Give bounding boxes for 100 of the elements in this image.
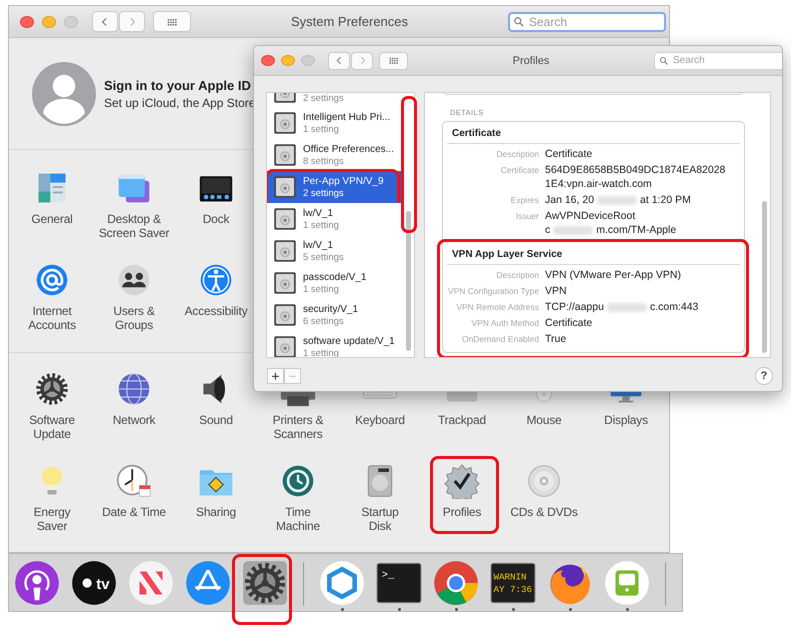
profile-name: Intelligent Hub Pri... (303, 112, 390, 122)
preference-button[interactable]: Sharing (196, 461, 236, 519)
gear-icon (273, 111, 297, 135)
profile-name: security/V_1 (303, 304, 358, 314)
field-label: Description (495, 269, 539, 282)
blurred-text (553, 226, 594, 234)
settings-count: 8 settings (303, 156, 345, 166)
settings-count: 6 settings (303, 316, 345, 326)
minimize-button[interactable] (281, 55, 295, 66)
profile-name: passcode/V_1 (303, 272, 366, 282)
settings-count: 1 setting (303, 284, 340, 294)
icon-text: AY 7:36 (493, 584, 532, 596)
section-title: Certificate (447, 122, 740, 144)
close-button[interactable] (20, 16, 34, 28)
gear-icon (273, 207, 297, 231)
window-title: System Preferences (290, 14, 410, 29)
gear-icon (273, 175, 297, 199)
preference-button[interactable]: Users & Groups (113, 260, 155, 332)
field-value: Certificate (545, 316, 592, 330)
profile-name: software update/V_1 (303, 336, 395, 346)
preference-button[interactable]: Startup Disk (361, 461, 399, 533)
tv-icon[interactable]: tv (71, 560, 117, 606)
preference-button[interactable]: General (31, 168, 73, 226)
app-store-icon[interactable] (185, 560, 231, 606)
field-value: Jan 16, 20 (545, 193, 594, 207)
preference-button[interactable]: Date & Time (102, 461, 166, 519)
preference-button[interactable]: Software Update (29, 369, 75, 441)
add-button[interactable]: + (267, 368, 284, 384)
checkmark-badge-icon (444, 463, 480, 499)
preference-button[interactable]: Profiles (442, 461, 482, 519)
gear-icon[interactable] (242, 560, 288, 606)
field-label: OnDemand Enabled (460, 333, 539, 346)
search-icon (513, 16, 525, 28)
lock-icon[interactable] (604, 560, 650, 606)
color-wheel-icon[interactable] (433, 560, 479, 606)
settings-count: 2 settings (303, 188, 345, 198)
field-value: 564D9E8658B5B049DC1874EA82028 (545, 163, 726, 177)
field-label: VPN Auth Method (470, 317, 539, 330)
clock-icon (116, 463, 152, 499)
preference-button[interactable]: Dock (198, 168, 234, 226)
gear-icon (273, 239, 297, 263)
field-value: VPN (545, 284, 567, 298)
field-value: c.com:443 (650, 300, 698, 314)
podcast-icon[interactable] (14, 560, 60, 606)
section-title: VPN App Layer Service (447, 243, 740, 265)
search-field[interactable]: Search (508, 12, 666, 32)
preference-button[interactable]: Accessibility (184, 260, 248, 318)
search-field[interactable]: Search (654, 52, 782, 70)
field-value: at 1:20 PM (640, 193, 691, 207)
icon-text: WARNIN (493, 572, 527, 583)
profile-name: Office Preferences... (303, 144, 394, 154)
preference-button[interactable]: Network (112, 369, 156, 427)
sign-in-title[interactable]: Sign in to your Apple ID (104, 78, 256, 92)
field-label: Expires (510, 194, 539, 207)
preference-button[interactable]: Energy Saver (34, 461, 70, 533)
scrollbar-thumb[interactable] (762, 201, 767, 353)
field-value: c (545, 223, 550, 237)
field-value: True (545, 332, 566, 346)
scrollbar-thumb[interactable] (406, 211, 411, 351)
field-value: VPN (VMware Per-App VPN) (545, 268, 681, 282)
profile-name: Per-App VPN/V_9 (303, 176, 384, 186)
close-button[interactable] (261, 55, 275, 66)
settings-count: 2 settings (303, 93, 344, 104)
settings-count: 5 settings (303, 252, 344, 262)
users-icon (116, 262, 152, 298)
gear-icon (34, 371, 70, 407)
console-icon[interactable]: WARNIN AY 7:36 (490, 560, 536, 606)
news-icon[interactable] (128, 560, 174, 606)
field-label: Certificate (500, 164, 539, 177)
profile-item[interactable]: Per-App VPN/V_9 2 settings (267, 171, 404, 203)
window-title: Profiles (512, 54, 550, 66)
show-all-button[interactable] (153, 11, 191, 32)
preference-button[interactable]: CDs & DVDs (510, 461, 578, 519)
terminal-icon[interactable]: >_ (376, 560, 422, 606)
globe-icon (116, 371, 152, 407)
avatar-icon (32, 62, 96, 126)
profile-name: lw/V_1 (303, 240, 334, 250)
field-label: VPN Remote Address (455, 301, 539, 314)
accessibility-icon (198, 262, 234, 298)
field-value: Certificate (545, 147, 592, 161)
icon-text: tv (96, 576, 110, 593)
back-button[interactable] (92, 11, 118, 32)
settings-count: 1 setting (303, 124, 340, 134)
icon-text: >_ (382, 569, 394, 582)
preference-button[interactable]: Time Machine (276, 461, 320, 533)
show-all-button[interactable] (379, 52, 408, 70)
disc-icon (526, 463, 562, 499)
preference-button[interactable]: Sound (198, 369, 234, 427)
minimize-button[interactable] (42, 16, 56, 28)
help-button[interactable]: ? (755, 367, 773, 385)
field-value: m.com/TM-Apple (596, 223, 676, 237)
profile-name: lw/V_1 (303, 208, 334, 218)
field-label: VPN Configuration Type (447, 285, 539, 298)
preference-button[interactable]: Desktop & Screen Saver (98, 168, 170, 240)
time-machine-icon (280, 463, 316, 499)
preference-button[interactable]: Internet Accounts (28, 260, 76, 332)
field-label: Issuer (514, 210, 539, 223)
blurred-text (606, 302, 647, 312)
gear-icon (273, 143, 297, 167)
field-value: TCP://aappu (545, 300, 604, 314)
